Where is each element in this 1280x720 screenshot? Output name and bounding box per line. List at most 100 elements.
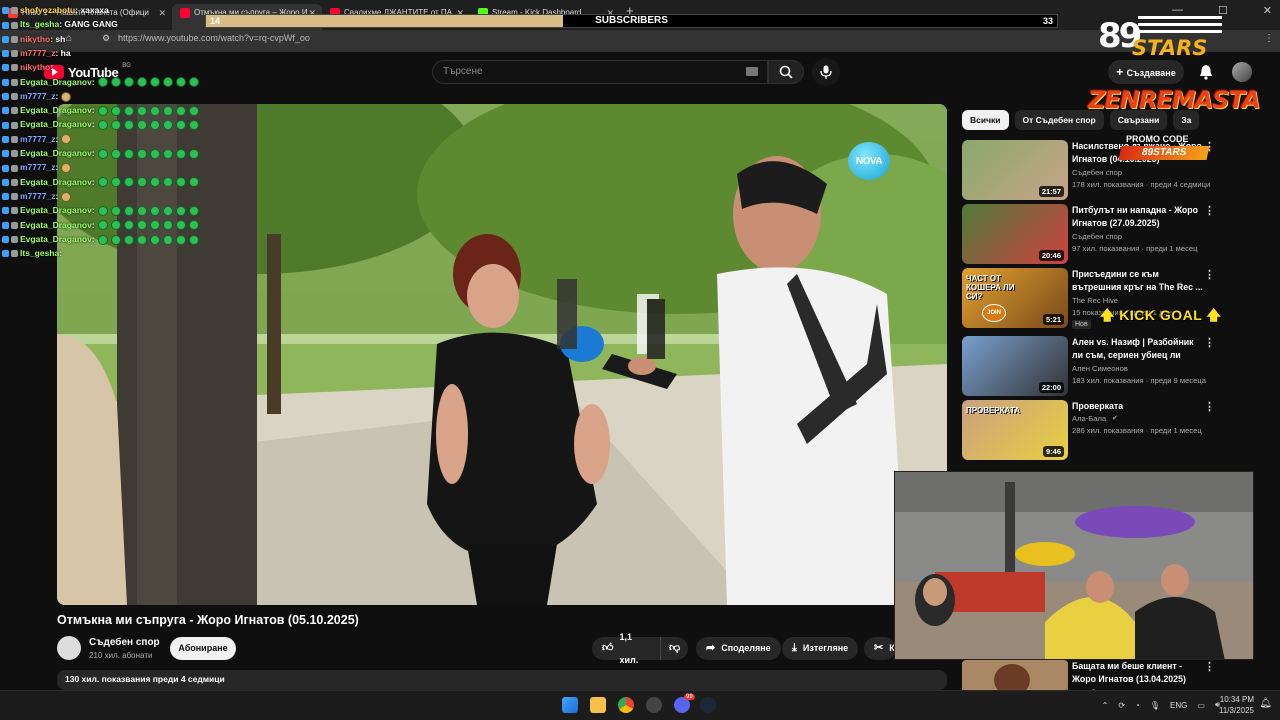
recommended-video-meta: 286 хил. показвания · преди 1 месец	[1072, 426, 1202, 435]
share-label: Споделяне	[721, 643, 771, 653]
chat-badge-icon	[2, 164, 9, 172]
more-options-icon[interactable]: ⋮	[1204, 400, 1215, 413]
recommended-video[interactable]: 22:00 Ален vs. Назиф | Разбойник ли съм, …	[962, 336, 1262, 396]
dislike-button[interactable]: 👎︎	[660, 637, 688, 660]
chat-emote-icon	[123, 120, 134, 131]
sponsor-banner: ZENREMASTA PROMO CODE 89STARS	[1088, 86, 1261, 160]
chat-emote-icon	[123, 234, 134, 245]
chat-text: :	[91, 205, 95, 216]
chat-badge-icon	[2, 193, 9, 201]
chat-emote-icon	[162, 120, 173, 131]
download-button[interactable]: ⤓ Изтегляне	[782, 637, 859, 660]
subscriber-goal-bar: 14 SUBSCRIBERS 33	[205, 14, 1058, 28]
windows-taskbar	[0, 690, 1280, 720]
recommended-video[interactable]: 20:46 Питбулът ни нападна - Жоро Игнатов …	[962, 204, 1262, 264]
share-button[interactable]: ➦ Споделяне	[696, 637, 781, 660]
keyboard-icon[interactable]	[746, 67, 758, 76]
create-label: Създаване	[1126, 68, 1176, 78]
network-icon[interactable]: ▭	[1197, 701, 1205, 710]
chat-text: : GANG GANG	[59, 19, 118, 30]
chat-text: :	[55, 162, 59, 173]
recommended-video-title[interactable]: Присъедини се към вътрешния кръг на The …	[1072, 268, 1204, 294]
chat-emote-icon	[149, 205, 160, 216]
video-thumbnail[interactable]: ПРОВЕРКАТА 9:46	[962, 400, 1068, 460]
chat-username: Evgata_Draganov	[20, 105, 92, 116]
chat-text: : ha	[55, 47, 71, 58]
search-button[interactable]	[768, 60, 804, 84]
chevron-up-icon[interactable]: ⌃	[1102, 701, 1109, 710]
description-box[interactable]: 130 хил. показвания преди 4 седмици	[57, 670, 947, 690]
chat-emote-icon	[188, 220, 199, 231]
recommended-video[interactable]: ПРОВЕРКАТА 9:46 Проверката Ала-Бала ✔ 286 хи…	[962, 400, 1262, 460]
chat-emote-icon	[149, 105, 160, 116]
microphone-tray-icon[interactable]: 🎙︎	[1150, 701, 1160, 710]
chat-emote-icon	[110, 220, 121, 231]
obs-icon[interactable]	[646, 697, 662, 713]
windows-start-icon[interactable]	[562, 697, 578, 713]
video-thumbnail[interactable]: 21:57	[962, 140, 1068, 200]
language-indicator[interactable]: ENG	[1170, 701, 1187, 710]
video-thumbnail[interactable]: ЧАСТ ОТ КОШЕРА ЛИ СИ? JOIN 5:21	[962, 268, 1068, 328]
voice-search-button[interactable]	[812, 58, 840, 86]
more-options-icon[interactable]: ⋮	[1204, 268, 1215, 281]
chat-badge-icon	[11, 221, 18, 229]
close-tab-icon[interactable]: ✕	[158, 4, 166, 22]
file-explorer-icon[interactable]	[590, 697, 606, 713]
chat-emote-icon	[136, 120, 147, 131]
clock[interactable]: 10:34 PM 11/3/2025	[1219, 694, 1254, 716]
recommended-video-title[interactable]: Ален vs. Назиф | Разбойник ли съм, серие…	[1072, 336, 1204, 362]
chat-emote-icon	[175, 77, 186, 88]
channel-avatar[interactable]	[57, 636, 81, 660]
recommended-channel-name[interactable]: Съдебен спор	[1072, 168, 1122, 177]
chat-emote-icon	[162, 177, 173, 188]
search-input[interactable]: Търсене	[432, 60, 768, 84]
more-options-icon[interactable]: ⋮	[1204, 660, 1215, 673]
recommended-channel-name[interactable]: Ален Симеонов	[1072, 364, 1128, 373]
chat-message: Evgata_Draganov:	[2, 204, 199, 216]
chat-text: : sh	[50, 33, 66, 44]
more-options-icon[interactable]: ⋮	[1204, 204, 1215, 217]
recommended-video-title[interactable]: Проверката	[1072, 400, 1204, 413]
notifications-button[interactable]	[1196, 62, 1216, 82]
chat-message: m7777_z:	[2, 90, 72, 102]
sync-icon[interactable]: ⟳	[1118, 701, 1125, 710]
subscribe-button[interactable]: Абониране	[170, 637, 236, 660]
youtube-favicon-icon	[180, 8, 190, 18]
notification-bell-icon[interactable]: 🔔︎	[1259, 698, 1272, 709]
recommended-video-title[interactable]: Бащата ми беше клиент - Жоро Игнатов (13…	[1072, 660, 1204, 686]
plus-icon: +	[1116, 65, 1127, 79]
recommended-video-meta: 178 хил. показвания · преди 4 седмици	[1072, 180, 1211, 189]
like-button[interactable]: 👍︎ 1,1 хил.	[592, 632, 660, 665]
chat-username: m7777_z	[20, 190, 56, 201]
chrome-icon[interactable]	[618, 697, 634, 713]
create-button[interactable]: + Създаване	[1108, 60, 1184, 84]
kick-goal-banner: 🡅 KICK GOAL 🡅	[1100, 305, 1221, 329]
chat-emote-icon	[123, 177, 134, 188]
chat-text: :	[59, 248, 63, 259]
steam-icon[interactable]	[700, 697, 716, 713]
close-window-icon[interactable]: ✕	[1263, 4, 1272, 20]
clip-button[interactable]: ✂ К	[864, 637, 896, 660]
89stars-logo: 89 STARS	[1098, 14, 1228, 62]
recommended-channel-name[interactable]: The Rec Hive	[1072, 296, 1118, 305]
channel-name[interactable]: Съдебен спор	[89, 637, 160, 648]
video-thumbnail[interactable]: 20:46	[962, 204, 1068, 264]
microphone-icon	[820, 65, 832, 79]
chat-emote-icon	[110, 177, 121, 188]
site-settings-icon[interactable]: ⚙	[102, 33, 110, 44]
browser-menu-icon[interactable]: ⋮	[1264, 33, 1274, 44]
url-field[interactable]: https://www.youtube.com/watch?v=rq-cvpWf…	[118, 33, 310, 43]
recommended-video-meta: 97 хил. показвания · преди 1 месец	[1072, 244, 1198, 253]
recommended-video[interactable]: 21:57Насилствено държане - Жоро Игнатов …	[962, 140, 1262, 200]
wifi-icon[interactable]: ◔	[1135, 701, 1140, 710]
video-thumbnail[interactable]: 22:00	[962, 336, 1068, 396]
chat-badge-icon	[11, 178, 18, 186]
recommended-channel-name[interactable]: Съдебен спор	[1072, 232, 1122, 241]
chip-all[interactable]: Всички	[962, 110, 1009, 130]
more-options-icon[interactable]: ⋮	[1204, 336, 1215, 349]
recommended-channel-name[interactable]: Ала-Бала	[1072, 414, 1106, 423]
account-avatar[interactable]	[1232, 62, 1252, 82]
home-icon[interactable]: ⌂	[66, 33, 72, 44]
chat-emote-icon	[136, 205, 147, 216]
recommended-video-title[interactable]: Питбулът ни нападна - Жоро Игнатов (27.0…	[1072, 204, 1204, 230]
